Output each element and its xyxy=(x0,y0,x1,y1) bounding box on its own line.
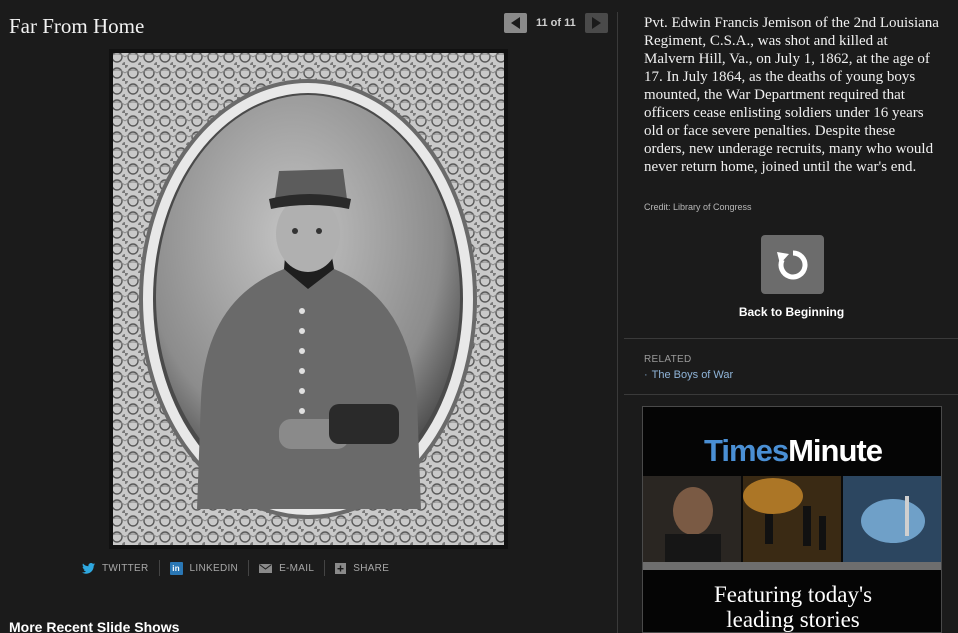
bullet-icon: · xyxy=(644,369,648,381)
twitter-share-button[interactable]: TWITTER xyxy=(82,560,160,576)
ad-tagline: Featuring today's leading stories xyxy=(643,582,941,632)
section-divider xyxy=(624,338,958,339)
ad-logo: TimesMinute xyxy=(643,433,941,469)
slide-counter: 11 of 11 xyxy=(536,17,576,29)
caption-sidebar: Pvt. Edwin Francis Jemison of the 2nd Lo… xyxy=(618,0,958,633)
share-bar: TWITTER in LINKEDIN E-MAIL SHARE xyxy=(82,560,399,576)
linkedin-label: LINKEDIN xyxy=(189,562,239,574)
linkedin-icon: in xyxy=(169,561,183,575)
twitter-icon xyxy=(82,562,95,574)
back-to-beginning-button[interactable] xyxy=(761,235,824,294)
slideshow-title: Far From Home xyxy=(9,14,145,38)
restart-icon xyxy=(776,250,807,279)
slide-caption: Pvt. Edwin Francis Jemison of the 2nd Lo… xyxy=(644,15,939,175)
back-to-beginning-label[interactable]: Back to Beginning xyxy=(618,305,958,319)
slideshow-panel: Far From Home 11 of 11 TWITTER in LINKED… xyxy=(0,0,617,633)
times-minute-ad[interactable]: TimesMinute Featuring today's leading st… xyxy=(642,406,942,633)
portrait-image xyxy=(109,49,508,549)
ad-image-strip xyxy=(643,476,941,562)
slide-pager: 11 of 11 xyxy=(504,13,608,33)
previous-slide-button[interactable] xyxy=(504,13,527,33)
linkedin-share-button[interactable]: in LINKEDIN xyxy=(160,560,250,576)
share-label: SHARE xyxy=(353,562,390,574)
ad-logo-times: Times xyxy=(704,433,789,468)
left-arrow-icon xyxy=(510,17,520,29)
related-link-boys-of-war[interactable]: · The Boys of War xyxy=(644,369,733,381)
ad-logo-minute: Minute xyxy=(788,433,883,468)
next-slide-button[interactable] xyxy=(584,13,608,33)
ad-separator xyxy=(643,562,941,570)
twitter-label: TWITTER xyxy=(102,562,149,574)
more-slideshows-heading: More Recent Slide Shows xyxy=(9,619,180,633)
related-link-label[interactable]: The Boys of War xyxy=(652,369,734,381)
email-label: E-MAIL xyxy=(279,562,315,574)
slide-photo xyxy=(109,49,508,549)
ad-tagline-line2: leading stories xyxy=(726,607,860,632)
plus-icon xyxy=(335,562,347,574)
ad-tagline-line1: Featuring today's xyxy=(713,582,873,607)
section-divider xyxy=(624,394,958,395)
related-heading: RELATED xyxy=(644,354,692,365)
right-arrow-icon xyxy=(592,17,602,29)
email-share-button[interactable]: E-MAIL xyxy=(249,560,326,576)
ad-photos xyxy=(643,476,941,562)
more-share-button[interactable]: SHARE xyxy=(325,560,399,576)
photo-credit: Credit: Library of Congress xyxy=(644,202,752,212)
envelope-icon xyxy=(259,563,273,573)
